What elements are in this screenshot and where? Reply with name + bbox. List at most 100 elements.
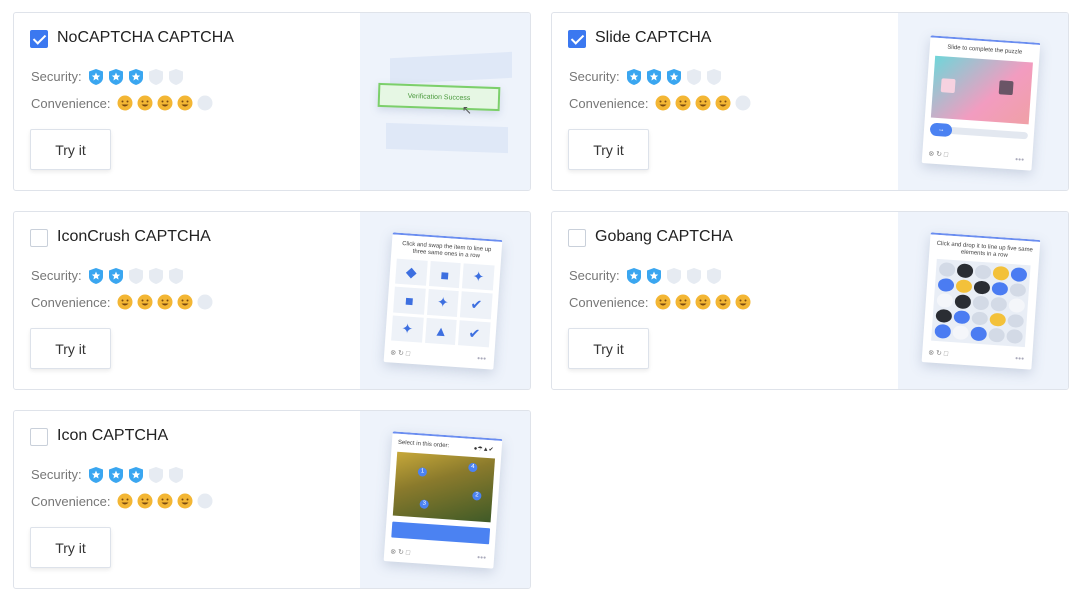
preview-panel: Select in this order: ●☂▲✔ 1 4 2 3 ⊗ ↻ □…: [360, 411, 530, 588]
slider-handle[interactable]: →: [929, 122, 953, 138]
gobang-piece[interactable]: [955, 278, 973, 294]
icon-grid[interactable]: ◆ ■ ✦ ■ ✦ ✔ ✦ ▲ ✔: [391, 258, 495, 348]
grid-cell[interactable]: ✦: [426, 289, 460, 317]
smiley-face-icon: [655, 95, 671, 111]
grid-cell[interactable]: ■: [428, 261, 462, 289]
grid-cell[interactable]: ▲: [424, 317, 458, 345]
order-icons: ●☂▲✔: [473, 446, 494, 454]
convenience-label: Convenience:: [31, 494, 111, 509]
try-it-button[interactable]: Try it: [30, 527, 111, 568]
shield-star-icon: [108, 68, 124, 86]
gobang-piece[interactable]: [988, 328, 1006, 343]
shield-star-icon: [646, 68, 662, 86]
gobang-piece[interactable]: [973, 280, 991, 295]
slide-preview-card: Slide to complete the puzzle → ⊗ ↻ □ ●●●: [921, 35, 1041, 171]
slider-track[interactable]: →: [929, 122, 1029, 140]
gobang-piece[interactable]: [1006, 329, 1024, 344]
card-title: Gobang CAPTCHA: [595, 228, 733, 245]
grid-cell[interactable]: ■: [393, 286, 426, 315]
preview-panel: Click and swap the item to line up three…: [360, 212, 530, 389]
confirm-button[interactable]: [391, 521, 491, 545]
marker-2: 2: [472, 491, 482, 501]
shield-star-icon: [646, 267, 662, 285]
slide-checkbox[interactable]: [568, 30, 586, 48]
cursor-icon: ↖: [462, 103, 473, 117]
gobang-piece[interactable]: [992, 265, 1010, 281]
shield-star-icon: [128, 466, 144, 484]
captcha-card-gobang: Gobang CAPTCHA Security: Convenience: Tr…: [551, 211, 1069, 390]
icon-scene-image[interactable]: 1 4 2 3: [392, 451, 496, 523]
preview-brand: ●●●: [476, 554, 487, 562]
grid-cell[interactable]: ◆: [395, 258, 428, 287]
try-it-button[interactable]: Try it: [30, 328, 111, 369]
gobang-piece[interactable]: [938, 262, 956, 277]
smiley-face-icon: [177, 294, 193, 310]
nocaptcha-checkbox[interactable]: [30, 30, 48, 48]
convenience-label: Convenience:: [31, 295, 111, 310]
gobang-piece[interactable]: [971, 311, 989, 326]
shield-empty-icon: [148, 68, 164, 86]
smiley-face-icon: [117, 294, 133, 310]
gobang-piece[interactable]: [991, 281, 1009, 297]
shield-empty-icon: [168, 267, 184, 285]
gobang-piece[interactable]: [954, 294, 972, 310]
shield-star-icon: [88, 68, 104, 86]
smiley-face-icon: [715, 294, 731, 310]
grid-cell[interactable]: ✔: [458, 319, 491, 348]
gobang-piece[interactable]: [935, 308, 953, 324]
try-it-button[interactable]: Try it: [568, 328, 649, 369]
gobang-piece[interactable]: [934, 324, 952, 339]
gobang-piece[interactable]: [936, 293, 954, 308]
gobang-board[interactable]: [931, 258, 1031, 348]
icon-captcha-checkbox[interactable]: [30, 428, 48, 446]
gobang-piece[interactable]: [953, 309, 971, 325]
empty-face-icon: [197, 294, 213, 310]
gobang-piece[interactable]: [956, 263, 974, 278]
smiley-face-icon: [157, 95, 173, 111]
gobang-piece[interactable]: [972, 295, 990, 311]
try-it-button[interactable]: Try it: [568, 129, 649, 170]
iconcrush-checkbox[interactable]: [30, 229, 48, 247]
security-label: Security:: [569, 268, 620, 283]
preview-brand: ●●●: [1014, 355, 1025, 363]
gobang-piece[interactable]: [989, 312, 1007, 328]
shield-star-icon: [88, 466, 104, 484]
grid-cell[interactable]: ✔: [460, 291, 493, 320]
empty-face-icon: [197, 95, 213, 111]
smiley-face-icon: [137, 294, 153, 310]
smiley-face-icon: [177, 493, 193, 509]
gobang-piece[interactable]: [1010, 267, 1028, 282]
shield-empty-icon: [686, 267, 702, 285]
convenience-rating: [117, 95, 213, 111]
grid-cell[interactable]: ✦: [391, 315, 424, 343]
preview-panel: Slide to complete the puzzle → ⊗ ↻ □ ●●●: [898, 13, 1068, 190]
grid-cell[interactable]: ✦: [462, 263, 495, 291]
empty-face-icon: [197, 493, 213, 509]
preview-brand: ●●●: [1014, 156, 1025, 164]
preview-bar-bottom: [386, 122, 508, 154]
try-it-button[interactable]: Try it: [30, 129, 111, 170]
gobang-piece[interactable]: [937, 277, 955, 293]
shield-empty-icon: [686, 68, 702, 86]
gobang-piece[interactable]: [990, 296, 1008, 312]
gobang-piece[interactable]: [974, 264, 992, 280]
convenience-rating: [655, 95, 751, 111]
smiley-face-icon: [117, 95, 133, 111]
gobang-piece[interactable]: [1007, 313, 1025, 329]
preview-footer-icons: ⊗ ↻ □: [928, 150, 949, 159]
shield-star-icon: [626, 68, 642, 86]
gobang-piece[interactable]: [952, 325, 970, 341]
icon-captcha-preview-card: Select in this order: ●☂▲✔ 1 4 2 3 ⊗ ↻ □…: [383, 431, 503, 569]
gobang-piece[interactable]: [970, 326, 988, 342]
shield-empty-icon: [706, 267, 722, 285]
card-title: Slide CAPTCHA: [595, 29, 712, 46]
gobang-piece[interactable]: [1009, 282, 1027, 298]
gobang-checkbox[interactable]: [568, 229, 586, 247]
shield-star-icon: [108, 466, 124, 484]
preview-footer-icons: ⊗ ↻ □: [390, 349, 411, 358]
puzzle-piece-icon: [940, 78, 956, 94]
convenience-rating: [117, 294, 213, 310]
shield-empty-icon: [706, 68, 722, 86]
smiley-face-icon: [137, 493, 153, 509]
gobang-piece[interactable]: [1008, 298, 1026, 313]
